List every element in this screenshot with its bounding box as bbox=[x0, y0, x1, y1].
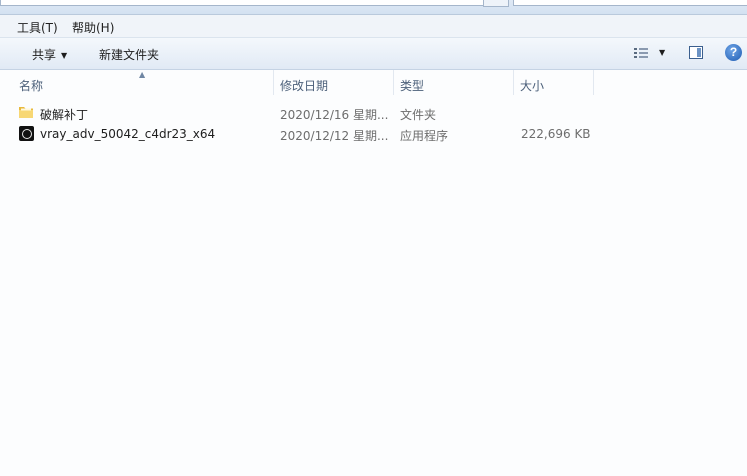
file-date: 2020/12/12 星期... bbox=[280, 129, 389, 143]
column-divider[interactable] bbox=[513, 70, 514, 95]
column-headers: ▲ 名称 修改日期 类型 大小 bbox=[0, 70, 747, 95]
menu-tools[interactable]: 工具(T) bbox=[17, 19, 58, 36]
share-button[interactable]: 共享 ▼ bbox=[32, 46, 67, 63]
search-box[interactable] bbox=[513, 0, 747, 6]
folder-icon bbox=[19, 107, 33, 118]
column-header-type[interactable]: 类型 bbox=[400, 77, 424, 94]
command-toolbar: 共享 ▼ 新建文件夹 ▼ ? bbox=[0, 38, 747, 70]
new-folder-button[interactable]: 新建文件夹 bbox=[99, 46, 159, 63]
sort-ascending-icon: ▲ bbox=[139, 70, 146, 79]
view-dropdown-chevron-icon[interactable]: ▼ bbox=[659, 48, 665, 57]
address-bar-strip bbox=[0, 0, 747, 15]
file-row[interactable]: 破解补丁 2020/12/16 星期... 文件夹 bbox=[14, 103, 747, 123]
help-icon[interactable]: ? bbox=[725, 44, 742, 61]
file-type: 应用程序 bbox=[400, 129, 449, 143]
preview-pane-icon[interactable] bbox=[689, 46, 703, 59]
share-label: 共享 bbox=[32, 48, 57, 62]
file-type: 文件夹 bbox=[400, 108, 437, 122]
menu-help[interactable]: 帮助(H) bbox=[72, 19, 114, 36]
file-row[interactable]: vray_adv_50042_c4dr23_x64 2020/12/12 星期.… bbox=[14, 124, 747, 144]
column-header-name[interactable]: 名称 bbox=[19, 77, 43, 94]
column-header-size[interactable]: 大小 bbox=[520, 77, 544, 94]
address-dropdown-button[interactable] bbox=[483, 0, 509, 7]
address-bar[interactable] bbox=[0, 0, 509, 6]
column-divider[interactable] bbox=[593, 70, 594, 95]
file-date: 2020/12/16 星期... bbox=[280, 108, 389, 122]
view-options-icon[interactable] bbox=[634, 47, 648, 59]
vray-app-icon bbox=[19, 126, 34, 141]
file-name: vray_adv_50042_c4dr23_x64 bbox=[40, 127, 216, 141]
file-size: 222,696 KB bbox=[521, 127, 591, 141]
column-divider[interactable] bbox=[273, 70, 274, 95]
chevron-down-icon: ▼ bbox=[61, 51, 68, 60]
file-name: 破解补丁 bbox=[40, 108, 89, 122]
column-divider[interactable] bbox=[393, 70, 394, 95]
column-header-date[interactable]: 修改日期 bbox=[280, 77, 328, 94]
menu-bar: 工具(T) 帮助(H) bbox=[0, 15, 747, 38]
